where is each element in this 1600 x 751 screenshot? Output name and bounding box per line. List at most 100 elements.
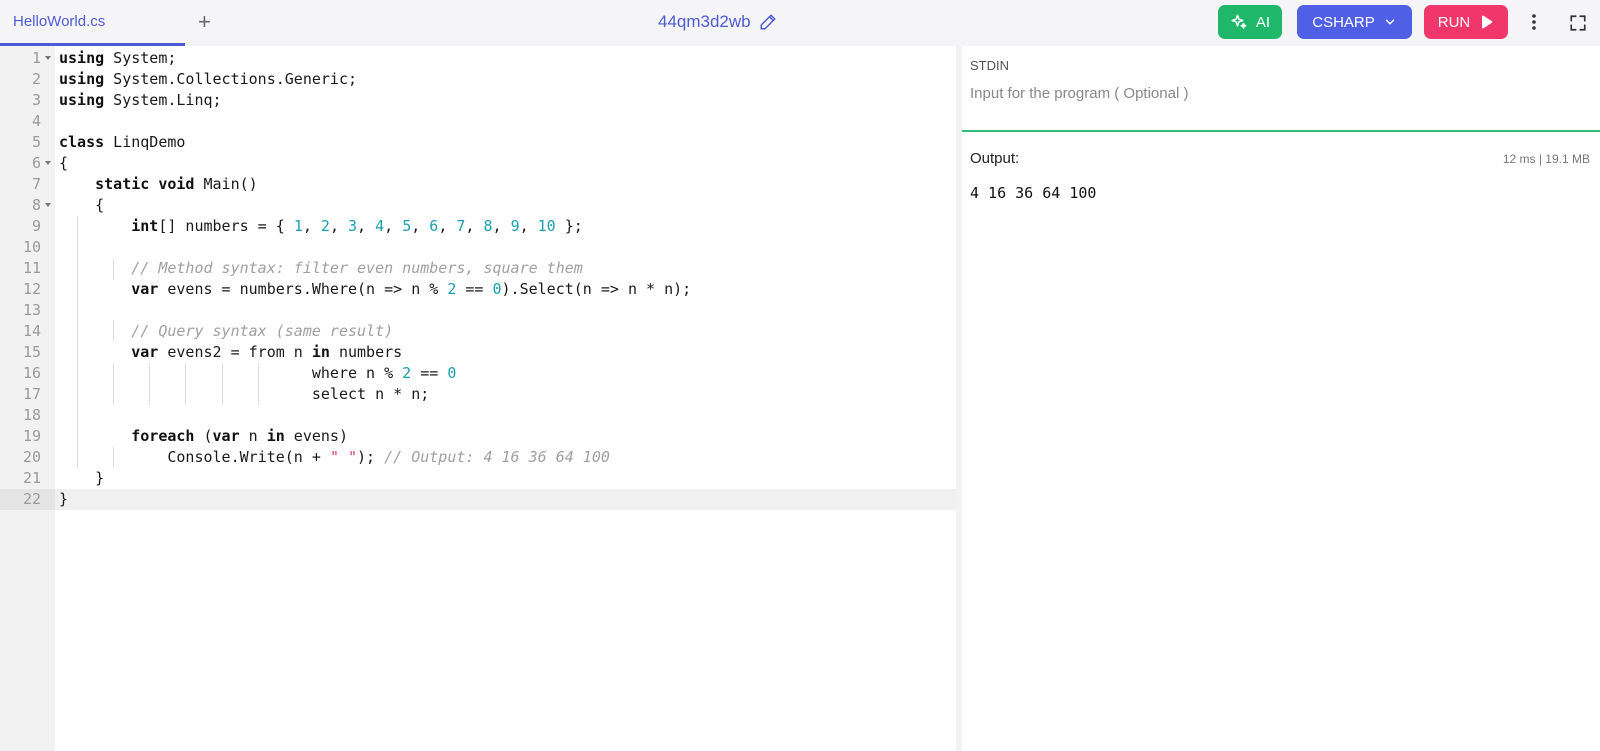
code-text[interactable]: // Method syntax: filter even numbers, s… (59, 258, 583, 279)
code-token: ); (357, 448, 385, 466)
code-text[interactable]: class LinqDemo (59, 132, 185, 153)
code-line[interactable]: 1 using System; (0, 48, 956, 69)
run-button-label: RUN (1437, 13, 1471, 31)
code-text[interactable]: var evens = numbers.Where(n => n % 2 == … (59, 279, 691, 300)
code-text[interactable]: { (59, 195, 104, 216)
code-token: 0 (492, 280, 502, 298)
project-title-text[interactable]: 44qm3d2wb (658, 12, 751, 32)
fold-toggle-icon[interactable] (45, 56, 51, 60)
code-token: 0 (447, 364, 457, 382)
line-number: 5 (31, 133, 41, 151)
code-text[interactable]: select n * n; (59, 384, 429, 405)
code-token: System.Collections.Generic; (104, 70, 358, 88)
fold-toggle-icon[interactable] (45, 161, 51, 165)
code-line[interactable]: 9 int[] numbers = { 1, 2, 3, 4, 5, 6, 7,… (0, 216, 956, 237)
code-line[interactable]: 19 foreach (var n in evens) (0, 426, 956, 447)
code-text[interactable]: // Query syntax (same result) (59, 321, 393, 342)
file-tab[interactable]: HelloWorld.cs (0, 0, 185, 46)
line-number: 9 (31, 217, 41, 235)
pencil-icon[interactable] (759, 13, 777, 31)
indent-guide (77, 405, 79, 426)
code-line[interactable]: 22} (0, 489, 956, 510)
code-text[interactable]: using System; (59, 48, 176, 69)
code-line[interactable]: 17 select n * n; (0, 384, 956, 405)
chevron-down-icon (1385, 19, 1394, 25)
code-token: } (59, 490, 69, 508)
code-token: }; (555, 217, 583, 235)
line-number: 7 (31, 175, 41, 193)
language-select-label: CSHARP (1312, 13, 1375, 31)
code-token: } (59, 469, 105, 487)
code-line[interactable]: 21 } (0, 468, 956, 489)
line-number: 21 (22, 469, 41, 487)
play-icon (1482, 15, 1493, 29)
line-number: 15 (22, 343, 41, 361)
code-token: Main() (194, 175, 258, 193)
code-token: evens) (284, 427, 348, 445)
code-line[interactable]: 2 using System.Collections.Generic; (0, 69, 956, 90)
code-token: int (131, 217, 159, 235)
code-text[interactable]: } (59, 489, 68, 510)
code-line[interactable]: 20 Console.Write(n + " "); // Output: 4 … (0, 447, 956, 468)
code-text[interactable]: { (59, 153, 68, 174)
code-text[interactable]: foreach (var n in evens) (59, 426, 348, 447)
code-line[interactable]: 18 (0, 405, 956, 426)
ai-button[interactable]: AI (1218, 5, 1282, 39)
line-number: 13 (22, 301, 41, 319)
fold-toggle-icon[interactable] (45, 203, 51, 207)
code-token: foreach (131, 427, 195, 445)
code-line[interactable]: 4 (0, 111, 956, 132)
top-bar: HelloWorld.cs + 44qm3d2wb AI CSHARP RUN (0, 0, 1600, 46)
output-stats: 12 ms | 19.1 MB (1502, 152, 1590, 166)
code-line[interactable]: 7 static void Main() (0, 174, 956, 195)
code-text[interactable]: var evens2 = from n in numbers (59, 342, 402, 363)
code-token: 4 (375, 217, 385, 235)
stdin-input[interactable] (970, 80, 1570, 106)
run-button[interactable]: RUN (1424, 5, 1508, 39)
code-token: var (131, 280, 159, 298)
code-line[interactable]: 8 { (0, 195, 956, 216)
line-number: 11 (22, 259, 41, 277)
code-token: 2 (402, 364, 412, 382)
code-line[interactable]: 16 where n % 2 == 0 (0, 363, 956, 384)
sparkle-icon (1231, 14, 1247, 29)
code-text[interactable]: using System.Linq; (59, 90, 222, 111)
code-line[interactable]: 6{ (0, 153, 956, 174)
code-line[interactable]: 13 (0, 300, 956, 321)
code-line[interactable]: 3 using System.Linq; (0, 90, 956, 111)
code-line[interactable]: 5 class LinqDemo (0, 132, 956, 153)
kebab-menu-icon[interactable] (1531, 12, 1537, 32)
project-title[interactable]: 44qm3d2wb (658, 12, 777, 32)
code-line[interactable]: 14 // Query syntax (same result) (0, 321, 956, 342)
language-select[interactable]: CSHARP (1297, 5, 1412, 39)
code-token: , (438, 217, 457, 235)
code-token: 6 (429, 217, 439, 235)
code-token: using (59, 91, 105, 109)
code-token: 9 (510, 217, 520, 235)
code-text[interactable]: int[] numbers = { 1, 2, 3, 4, 5, 6, 7, 8… (59, 216, 583, 237)
code-line[interactable]: 11 // Method syntax: filter even numbers… (0, 258, 956, 279)
code-text[interactable]: Console.Write(n + " "); // Output: 4 16 … (59, 447, 610, 468)
code-text[interactable]: where n % 2 == 0 (59, 363, 457, 384)
code-text[interactable]: using System.Collections.Generic; (59, 69, 357, 90)
indent-guide (77, 300, 79, 321)
code-token: 1 (293, 217, 303, 235)
fullscreen-icon[interactable] (1569, 14, 1587, 32)
code-line[interactable]: 12 var evens = numbers.Where(n => n % 2 … (0, 279, 956, 300)
line-number: 4 (31, 112, 41, 130)
code-token: , (384, 217, 403, 235)
code-text[interactable]: static void Main() (59, 174, 258, 195)
code-editor[interactable]: 1 using System; 2 using System.Collections.… (0, 46, 956, 751)
file-tab-label[interactable]: HelloWorld.cs (13, 13, 105, 30)
code-token: , (519, 217, 538, 235)
code-token: Console.Write(n + (59, 448, 330, 466)
code-token: == (456, 280, 493, 298)
code-line[interactable]: 15 var evens2 = from n in numbers (0, 342, 956, 363)
code-token: // Method syntax: filter even numbers, s… (131, 259, 583, 277)
add-tab-button[interactable]: + (198, 9, 211, 35)
code-text[interactable]: } (59, 468, 104, 489)
code-line[interactable]: 10 (0, 237, 956, 258)
